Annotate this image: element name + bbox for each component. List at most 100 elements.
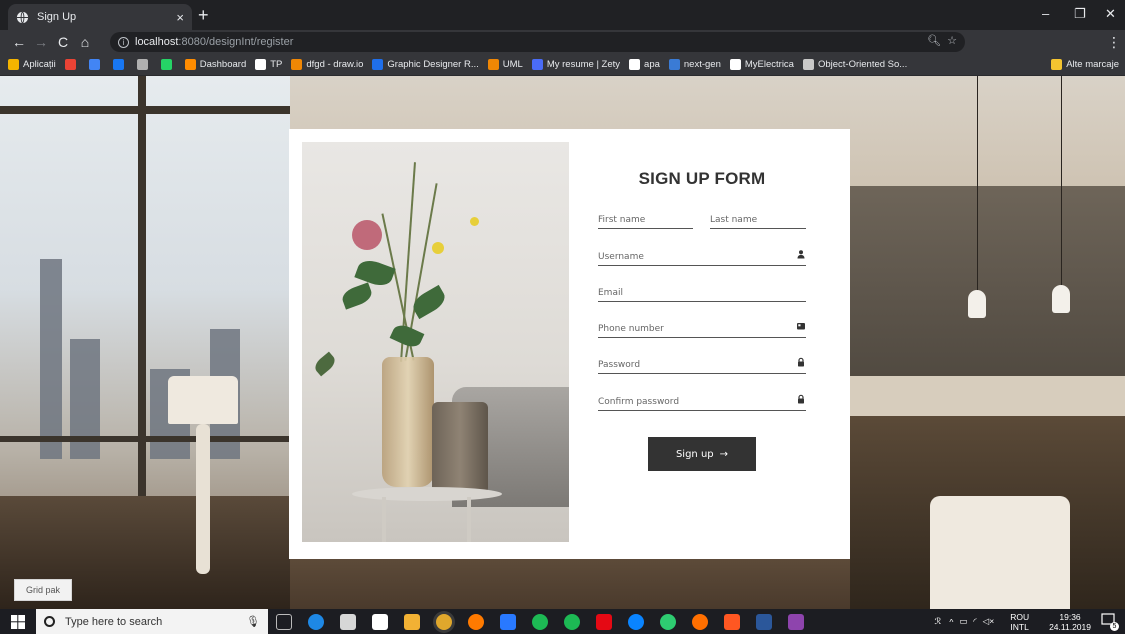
file-explorer-icon[interactable] <box>404 613 420 630</box>
bookmark-icon <box>255 59 267 70</box>
windows-logo-icon <box>11 614 25 629</box>
bookmark-icon <box>184 59 196 70</box>
close-window-button[interactable]: ✕ <box>1105 6 1116 22</box>
new-tab-button[interactable]: + <box>198 5 209 25</box>
bookmark-item[interactable]: dfgd - draw.io <box>291 59 363 70</box>
bookmark-item[interactable] <box>64 59 80 70</box>
bookmark-item[interactable]: MyElectrica <box>729 59 794 70</box>
maximize-button[interactable]: ❐ <box>1074 6 1086 22</box>
chevron-up-icon[interactable]: ^ <box>949 617 953 627</box>
window-frame <box>0 436 290 442</box>
bookmark-item[interactable]: My resume | Zety <box>531 59 621 70</box>
word-icon[interactable] <box>756 613 772 630</box>
form-title: SIGN UP FORM <box>638 169 766 188</box>
pendant-wire <box>977 76 978 291</box>
phone-book-icon <box>797 323 805 330</box>
confirm-password-input[interactable] <box>598 393 806 411</box>
bookmarks-bar: Aplicații Dashboard TP dfgd - draw.io Graphi… <box>0 54 1125 76</box>
start-button[interactable] <box>0 609 36 634</box>
last-name-field[interactable] <box>710 209 806 229</box>
email-input[interactable] <box>598 284 806 302</box>
menu-dots-icon[interactable]: ⋮ <box>1103 34 1125 51</box>
app-icon[interactable] <box>532 613 548 630</box>
minimize-button[interactable]: – <box>1042 6 1049 21</box>
taskbar-search[interactable]: Type here to search 🎙︎ <box>36 609 268 634</box>
people-icon[interactable]: ℛ <box>935 616 942 627</box>
grid-pak-button[interactable]: Grid pak <box>14 579 72 601</box>
bookmark-item[interactable]: Dashboard <box>184 59 247 70</box>
bookmark-icon <box>729 59 741 70</box>
app-icon[interactable] <box>660 613 676 630</box>
background-counter <box>850 376 1125 416</box>
photo-flower <box>432 242 444 254</box>
bookmark-item[interactable]: next-gen <box>668 59 721 70</box>
clock[interactable]: 19:36 24.11.2019 <box>1049 612 1091 632</box>
other-bookmarks[interactable]: Alte marcaje <box>1051 59 1119 70</box>
background-armchair <box>930 496 1070 609</box>
phone-field[interactable] <box>598 318 806 338</box>
store-bag-icon[interactable] <box>372 613 388 630</box>
battery-icon[interactable]: ▭ <box>959 616 967 627</box>
language-layout: INTL <box>1010 621 1029 632</box>
background-building <box>40 259 62 459</box>
first-name-input[interactable] <box>598 211 693 229</box>
bookmark-label: Dashboard <box>199 59 247 70</box>
confirm-password-field[interactable] <box>598 391 806 411</box>
bookmark-item[interactable]: UML <box>487 59 523 70</box>
bookmark-item[interactable]: TP <box>255 59 282 70</box>
skype-icon[interactable] <box>628 613 644 630</box>
language-indicator[interactable]: ROU INTL <box>1010 612 1029 632</box>
volume-icon[interactable]: ◁× <box>983 616 995 627</box>
bookmark-label: next-gen <box>683 59 721 70</box>
home-icon[interactable]: ⌂ <box>74 34 96 50</box>
powerpoint-icon[interactable] <box>724 613 740 630</box>
bookmark-item[interactable]: apa <box>629 59 660 70</box>
firefox-icon[interactable] <box>692 613 708 630</box>
phone-input[interactable] <box>598 320 806 338</box>
netflix-icon[interactable] <box>596 613 612 630</box>
photo-leaf <box>339 282 375 310</box>
app-icon[interactable] <box>468 613 484 630</box>
task-view-icon[interactable] <box>276 613 292 630</box>
microphone-icon[interactable]: 🎙︎ <box>246 615 260 628</box>
tab-sign-up[interactable]: Sign Up × <box>8 4 192 30</box>
intellij-icon[interactable] <box>788 613 804 630</box>
user-icon <box>797 250 805 259</box>
bookmark-icon <box>160 59 172 70</box>
bookmark-item[interactable] <box>88 59 104 70</box>
bookmark-item[interactable]: Aplicații <box>8 59 56 70</box>
forward-arrow-icon[interactable]: → <box>30 34 52 50</box>
bookmark-label: My resume | Zety <box>546 59 621 70</box>
username-field[interactable] <box>598 246 806 266</box>
tab-close-icon[interactable]: × <box>176 10 184 25</box>
other-bookmarks-label: Alte marcaje <box>1066 59 1119 70</box>
reload-icon[interactable]: C <box>52 34 74 50</box>
folder-icon <box>1051 59 1063 70</box>
chrome-icon[interactable] <box>436 613 452 630</box>
zoom-star-icons[interactable]: 🔍︎ ☆ <box>927 34 957 47</box>
notification-icon[interactable]: 5 <box>1101 612 1119 631</box>
back-arrow-icon[interactable]: ← <box>8 34 30 50</box>
bookmark-item[interactable] <box>112 59 128 70</box>
password-field[interactable] <box>598 354 806 374</box>
sign-up-button[interactable]: Sign up → <box>648 437 756 471</box>
first-name-field[interactable] <box>598 209 693 229</box>
site-info-icon[interactable]: i <box>118 36 129 48</box>
spotify-icon[interactable] <box>564 613 580 630</box>
bookmark-item[interactable]: Graphic Designer R... <box>372 59 479 70</box>
email-field[interactable] <box>598 282 806 302</box>
edge-icon[interactable] <box>308 613 324 630</box>
app-icon[interactable] <box>500 613 516 630</box>
bookmark-item[interactable] <box>136 59 152 70</box>
bookmark-icon <box>64 59 76 70</box>
password-input[interactable] <box>598 356 806 374</box>
bookmark-icon <box>88 59 100 70</box>
address-bar[interactable]: i localhost :8080/designInt/register 🔍︎ … <box>110 32 965 52</box>
last-name-input[interactable] <box>710 211 806 229</box>
wifi-icon[interactable]: ◜ <box>973 616 976 627</box>
bookmark-item[interactable] <box>160 59 176 70</box>
username-input[interactable] <box>598 248 806 266</box>
store-icon[interactable] <box>340 613 356 630</box>
background-lamp-base <box>196 424 210 574</box>
bookmark-item[interactable]: Object-Oriented So... <box>802 59 907 70</box>
